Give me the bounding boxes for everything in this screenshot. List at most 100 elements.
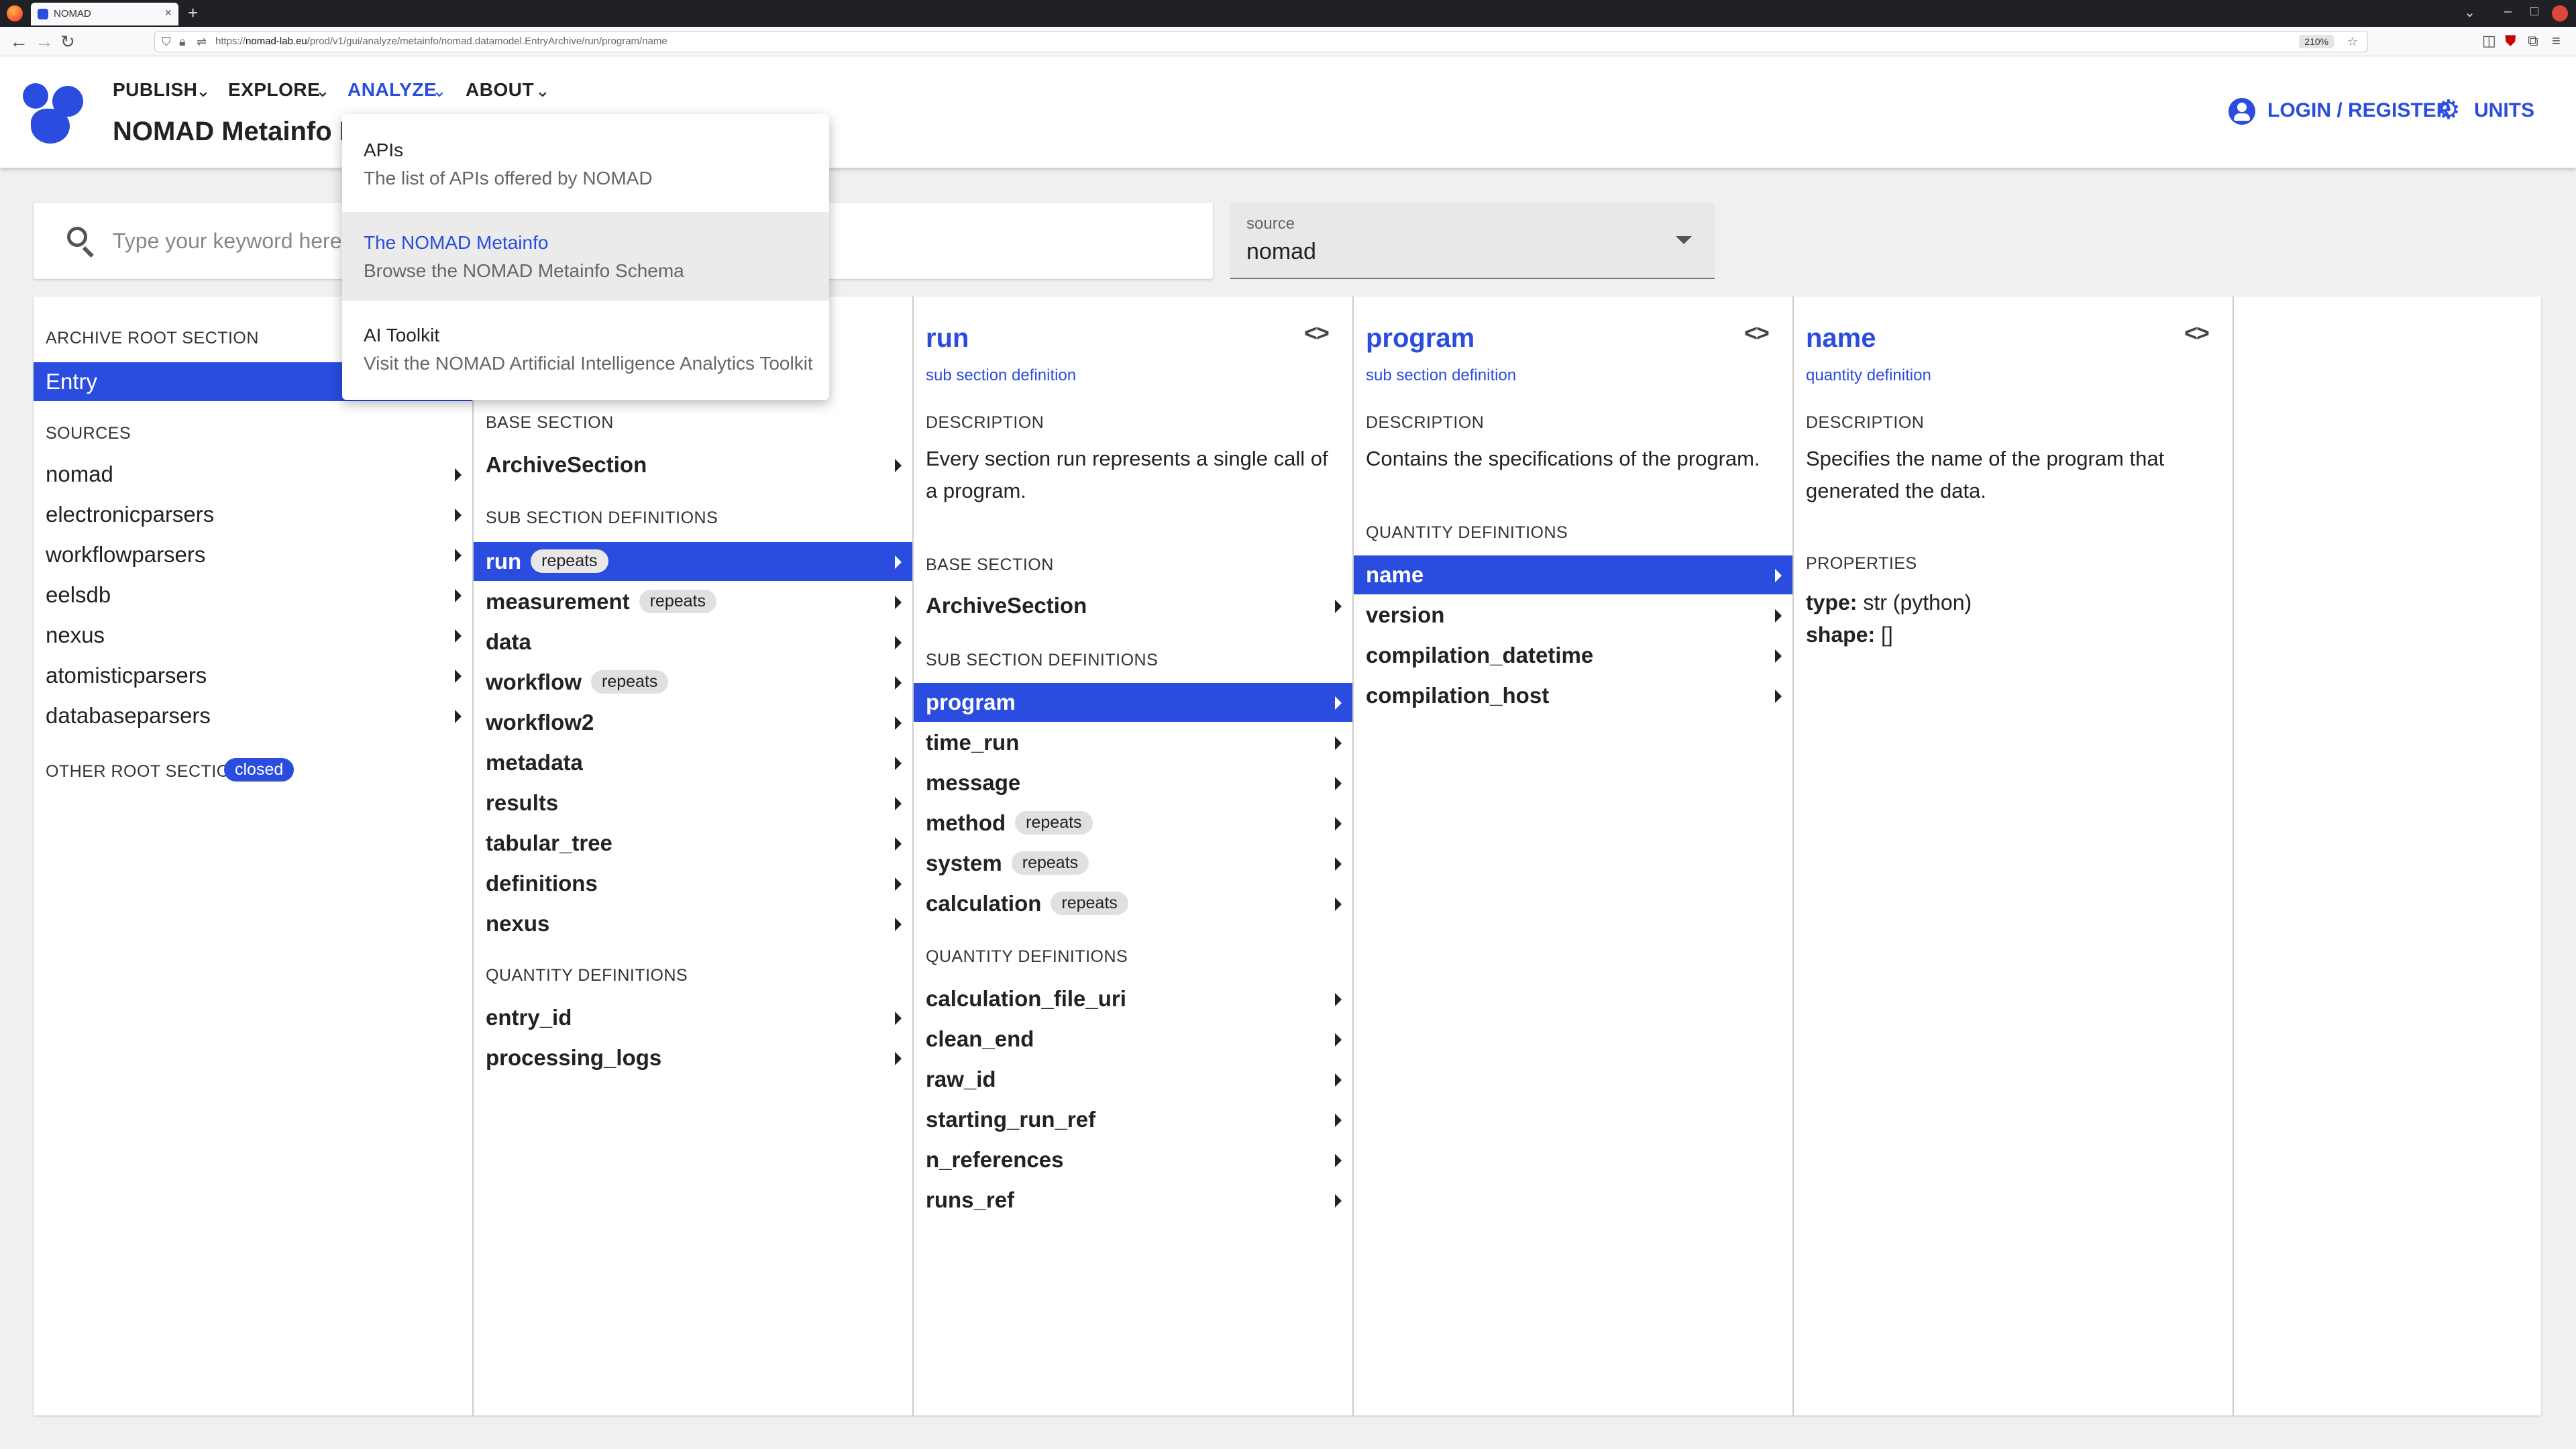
sub-item[interactable]: metadata — [474, 743, 912, 782]
permissions-icon[interactable]: ⇌ — [197, 35, 207, 49]
source-item[interactable]: databaseparsers — [34, 696, 472, 735]
type-property: type: str (python) — [1806, 590, 1972, 614]
qty-item-name[interactable]: name — [1354, 555, 1792, 594]
arrow-right-icon — [1335, 1154, 1342, 1167]
sub-item[interactable]: message — [914, 763, 1352, 802]
maximize-icon[interactable]: □ — [2530, 4, 2538, 19]
sub-item[interactable]: system repeats — [914, 844, 1352, 883]
shield-icon[interactable]: ⛉ — [162, 35, 171, 49]
source-item[interactable]: nomad — [34, 455, 472, 494]
base-section-item[interactable]: ArchiveSection — [474, 445, 912, 484]
login-register-button[interactable]: LOGIN / REGISTER — [2267, 99, 2451, 122]
minimize-icon[interactable]: – — [2504, 4, 2512, 19]
lane-subtitle: quantity definition — [1806, 366, 1931, 384]
qty-item[interactable]: version — [1354, 596, 1792, 635]
account-circle-icon[interactable] — [2229, 98, 2255, 125]
archive-root-title: ARCHIVE ROOT SECTION — [46, 329, 259, 347]
sub-item[interactable]: workflow repeats — [474, 663, 912, 702]
gear-icon[interactable]: ⚙ — [2436, 97, 2461, 123]
menu-item-apis[interactable]: APIs The list of APIs offered by NOMAD — [342, 119, 829, 208]
menu-analyze[interactable]: ANALYZE — [347, 79, 437, 101]
code-brackets-icon[interactable]: <> — [1744, 321, 1770, 347]
sub-item[interactable]: calculation repeats — [914, 884, 1352, 923]
tab-list-icon[interactable]: ⌄ — [2464, 4, 2475, 21]
source-item[interactable]: atomisticparsers — [34, 656, 472, 695]
bookmark-star-icon[interactable]: ☆ — [2347, 35, 2358, 49]
url-text[interactable]: https://nomad-lab.eu/prod/v1/gui/analyze… — [215, 36, 667, 47]
menu-item-ai-toolkit[interactable]: AI Toolkit Visit the NOMAD Artificial In… — [342, 305, 829, 393]
closed-chip[interactable]: closed — [224, 758, 294, 782]
forward-icon[interactable]: → — [35, 31, 54, 52]
sub-section-title: SUB SECTION DEFINITIONS — [486, 508, 718, 527]
qty-item[interactable]: starting_run_ref — [914, 1100, 1352, 1139]
repeats-chip: repeats — [1011, 851, 1089, 875]
source-select[interactable]: source nomad — [1230, 203, 1715, 279]
sub-item-program[interactable]: program — [914, 683, 1352, 722]
close-tab-icon[interactable]: × — [164, 6, 172, 20]
menu-hamburger-icon[interactable]: ≡ — [2552, 32, 2561, 50]
sub-item[interactable]: tabular_tree — [474, 824, 912, 863]
qty-item[interactable]: clean_end — [914, 1020, 1352, 1059]
source-item[interactable]: eelsdb — [34, 576, 472, 614]
lane-name: name <> quantity definition DESCRIPTION … — [1794, 297, 2234, 1415]
source-value[interactable]: nomad — [1246, 239, 1316, 265]
qty-item[interactable]: runs_ref — [914, 1181, 1352, 1220]
arrow-right-icon — [455, 669, 462, 683]
arrow-right-icon — [895, 1052, 902, 1065]
repeats-chip: repeats — [1015, 811, 1093, 835]
qty-item[interactable]: calculation_file_uri — [914, 979, 1352, 1018]
chevron-down-icon[interactable]: ⌄ — [432, 80, 447, 101]
chevron-down-icon[interactable]: ⌄ — [315, 80, 330, 101]
chevron-down-icon[interactable]: ⌄ — [535, 80, 550, 101]
sub-item[interactable]: definitions — [474, 864, 912, 903]
base-section-item[interactable]: ArchiveSection — [914, 586, 1352, 625]
arrow-right-icon — [895, 596, 902, 609]
menu-explore[interactable]: EXPLORE — [228, 79, 320, 101]
sub-item-run[interactable]: run repeats — [474, 542, 912, 581]
pocket-icon[interactable]: ◫ — [2482, 32, 2496, 50]
extensions-icon[interactable]: ⧉ — [2528, 32, 2538, 50]
reload-icon[interactable]: ↻ — [60, 31, 75, 52]
qty-item[interactable]: compilation_host — [1354, 676, 1792, 715]
qty-item[interactable]: n_references — [914, 1140, 1352, 1179]
chevron-down-icon[interactable]: ⌄ — [196, 80, 211, 101]
back-icon[interactable]: ← — [9, 31, 28, 52]
url-bar[interactable]: ⛉ 🔒︎ ⇌ https://nomad-lab.eu/prod/v1/gui/… — [154, 31, 2368, 52]
sub-item[interactable]: results — [474, 784, 912, 822]
qty-item[interactable]: raw_id — [914, 1060, 1352, 1099]
new-tab-icon[interactable]: + — [188, 3, 198, 23]
firefox-icon[interactable] — [7, 5, 23, 21]
browser-tab[interactable]: NOMAD × — [31, 3, 178, 25]
sub-item[interactable]: time_run — [914, 723, 1352, 762]
menu-item-metainfo[interactable]: The NOMAD Metainfo Browse the NOMAD Meta… — [342, 212, 829, 301]
source-item[interactable]: nexus — [34, 616, 472, 655]
arrow-right-icon — [1335, 600, 1342, 613]
zoom-badge[interactable]: 210% — [2299, 35, 2334, 48]
source-item[interactable]: workflowparsers — [34, 535, 472, 574]
quantity-defs-title: QUANTITY DEFINITIONS — [1366, 523, 1568, 542]
code-brackets-icon[interactable]: <> — [1304, 321, 1330, 347]
units-button[interactable]: UNITS — [2474, 99, 2534, 122]
menu-about[interactable]: ABOUT — [466, 79, 534, 101]
qty-item[interactable]: entry_id — [474, 998, 912, 1037]
arrow-right-icon — [1335, 1114, 1342, 1127]
arrow-right-icon — [895, 797, 902, 810]
sub-item[interactable]: workflow2 — [474, 703, 912, 742]
qty-item[interactable]: compilation_datetime — [1354, 636, 1792, 675]
menu-publish[interactable]: PUBLISH — [113, 79, 197, 101]
code-brackets-icon[interactable]: <> — [2184, 321, 2210, 347]
dropdown-arrow-icon[interactable] — [1676, 236, 1692, 244]
sub-item[interactable]: data — [474, 623, 912, 661]
nomad-logo[interactable] — [23, 83, 83, 144]
arrow-right-icon — [895, 555, 902, 569]
sub-item[interactable]: measurement repeats — [474, 582, 912, 621]
arrow-right-icon — [895, 459, 902, 472]
lock-icon[interactable]: 🔒︎ — [179, 35, 186, 49]
sub-item[interactable]: method repeats — [914, 804, 1352, 843]
sub-item[interactable]: nexus — [474, 904, 912, 943]
qty-item[interactable]: processing_logs — [474, 1038, 912, 1077]
window-close-icon[interactable] — [2552, 5, 2568, 21]
extension-icon[interactable]: ⛊ — [2505, 32, 2516, 50]
source-item[interactable]: electronicparsers — [34, 495, 472, 534]
lane-title: run — [926, 323, 969, 353]
